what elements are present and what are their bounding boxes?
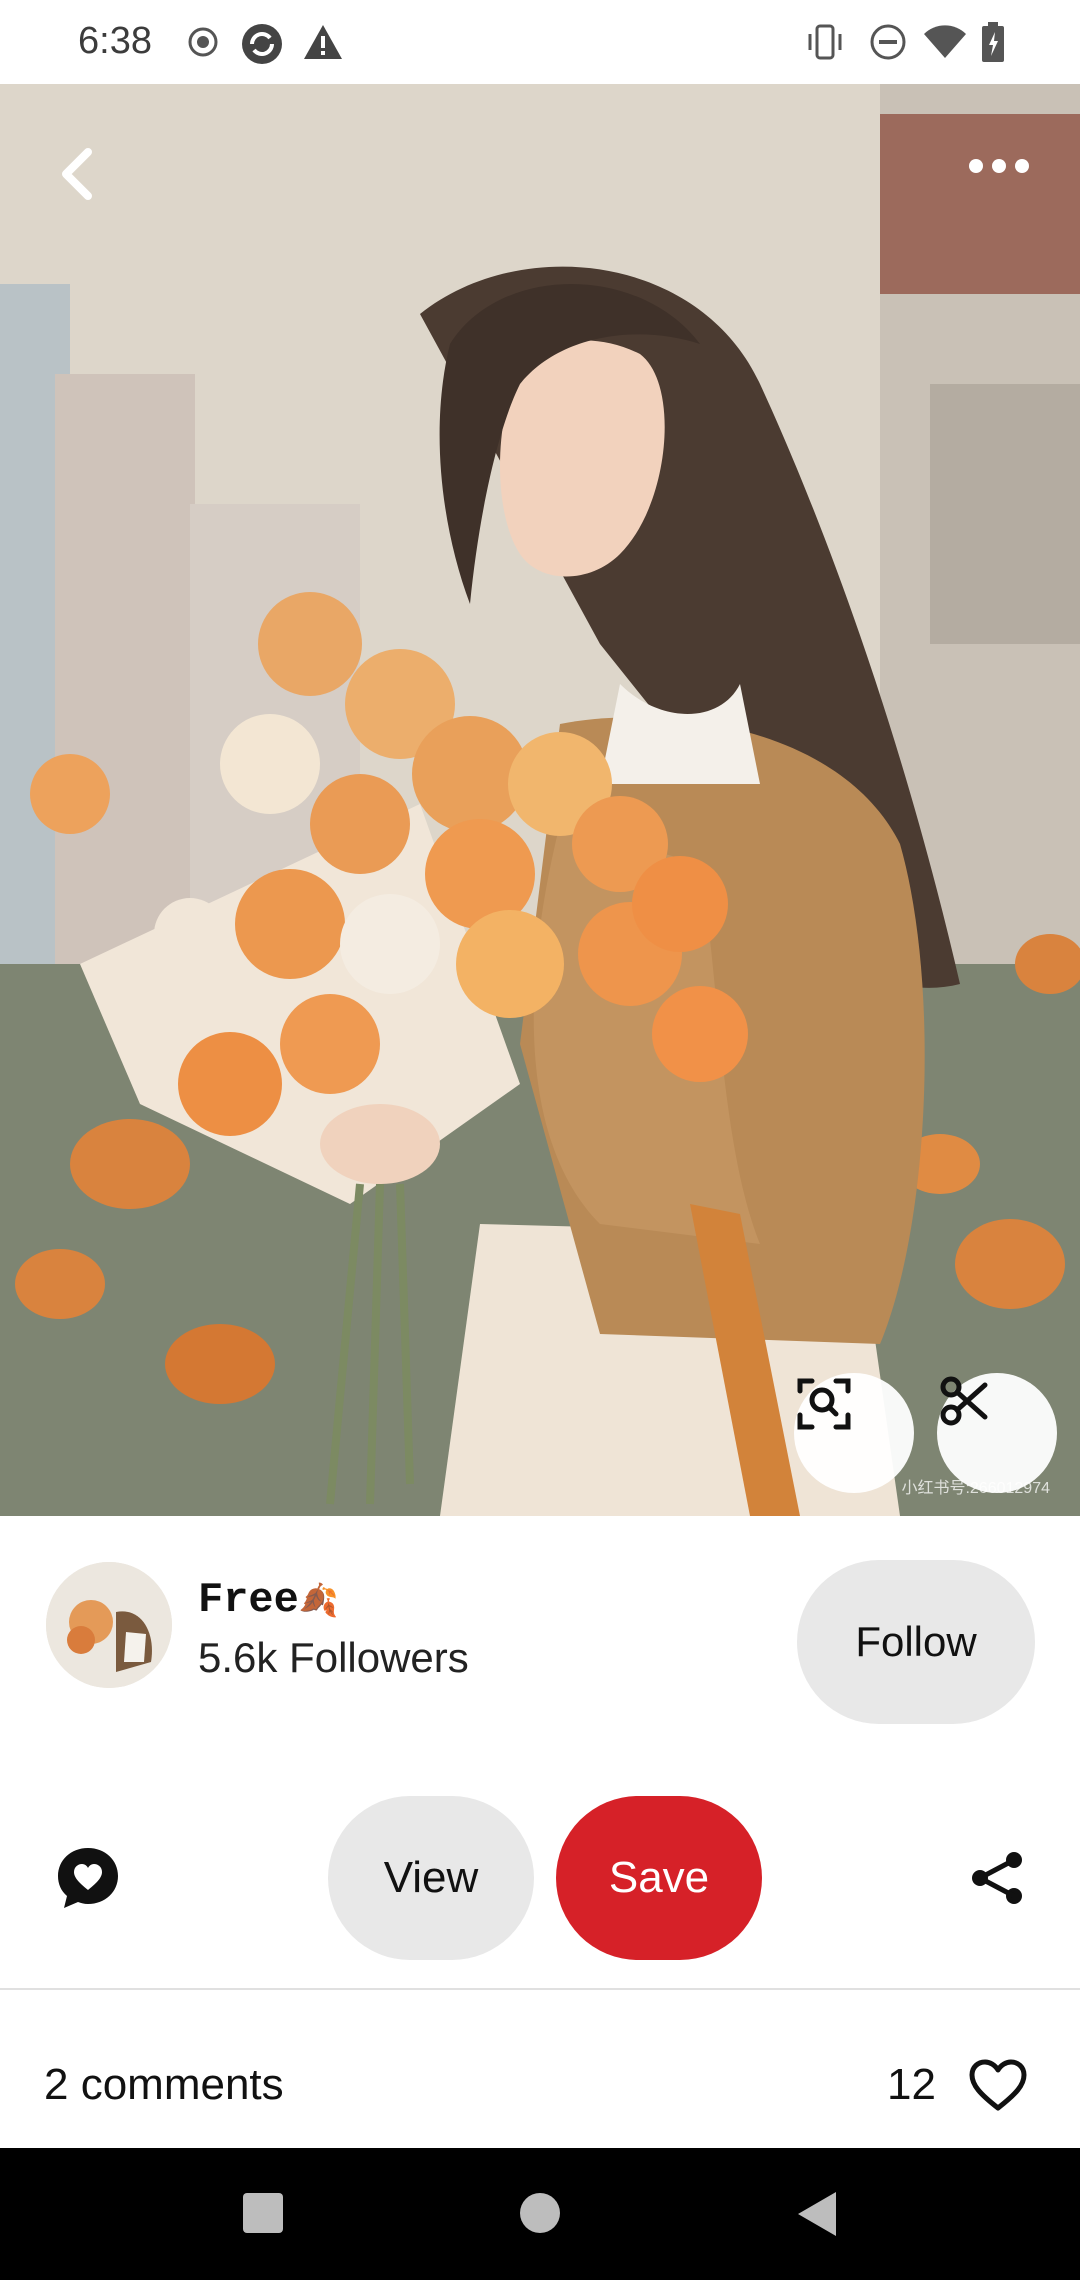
follow-button[interactable]: Follow [797, 1560, 1035, 1724]
recents-button[interactable] [242, 2192, 284, 2239]
view-button[interactable]: View [328, 1796, 534, 1960]
home-icon [520, 2193, 560, 2233]
wifi-icon [924, 25, 966, 58]
comment-heart-icon [58, 1848, 118, 1908]
alert-icon [304, 25, 342, 59]
heart-icon [969, 2059, 1027, 2111]
save-button[interactable]: Save [556, 1796, 762, 1960]
status-bar: 6:38 [0, 0, 1080, 84]
comments-link[interactable]: 2 comments [44, 2060, 284, 2110]
more-icon [969, 159, 1029, 173]
divider [0, 1988, 1080, 1990]
comment-button[interactable] [56, 1846, 120, 1915]
vibrate-icon [808, 24, 842, 60]
back-nav-button[interactable] [796, 2190, 838, 2243]
share-button[interactable] [970, 1850, 1026, 1911]
record-icon [188, 27, 218, 57]
avatar[interactable] [46, 1562, 172, 1688]
home-button[interactable] [519, 2192, 561, 2239]
action-row: View Save [0, 1776, 1080, 1988]
back-triangle-icon [798, 2192, 836, 2236]
share-icon [972, 1852, 1022, 1904]
cutout-icon [940, 1376, 988, 1426]
avatar-image [46, 1562, 172, 1688]
dnd-icon [870, 24, 906, 60]
pin-image[interactable]: 小红书号:266012974 [0, 84, 1080, 1516]
pin-illustration [0, 84, 1080, 1516]
recents-icon [243, 2193, 283, 2233]
follower-count: 5.6k Followers [198, 1634, 469, 1681]
visual-search-icon [797, 1378, 851, 1430]
leaf-emoji: 🍂 [298, 1584, 339, 1621]
status-time: 6:38 [78, 20, 152, 62]
battery-icon [982, 22, 1004, 62]
sync-icon [242, 24, 282, 64]
visual-search-button[interactable] [794, 1373, 914, 1493]
system-nav-bar [0, 2148, 1080, 2280]
creator-row: Free🍂 5.6k Followers Follow [0, 1516, 1080, 1776]
creator-name-text: Free [198, 1576, 299, 1624]
back-icon [62, 148, 92, 200]
cutout-button[interactable] [937, 1373, 1057, 1493]
creator-name[interactable]: Free🍂 [198, 1576, 339, 1624]
like-count: 12 [887, 2060, 936, 2109]
like-button[interactable] [968, 2058, 1028, 2117]
